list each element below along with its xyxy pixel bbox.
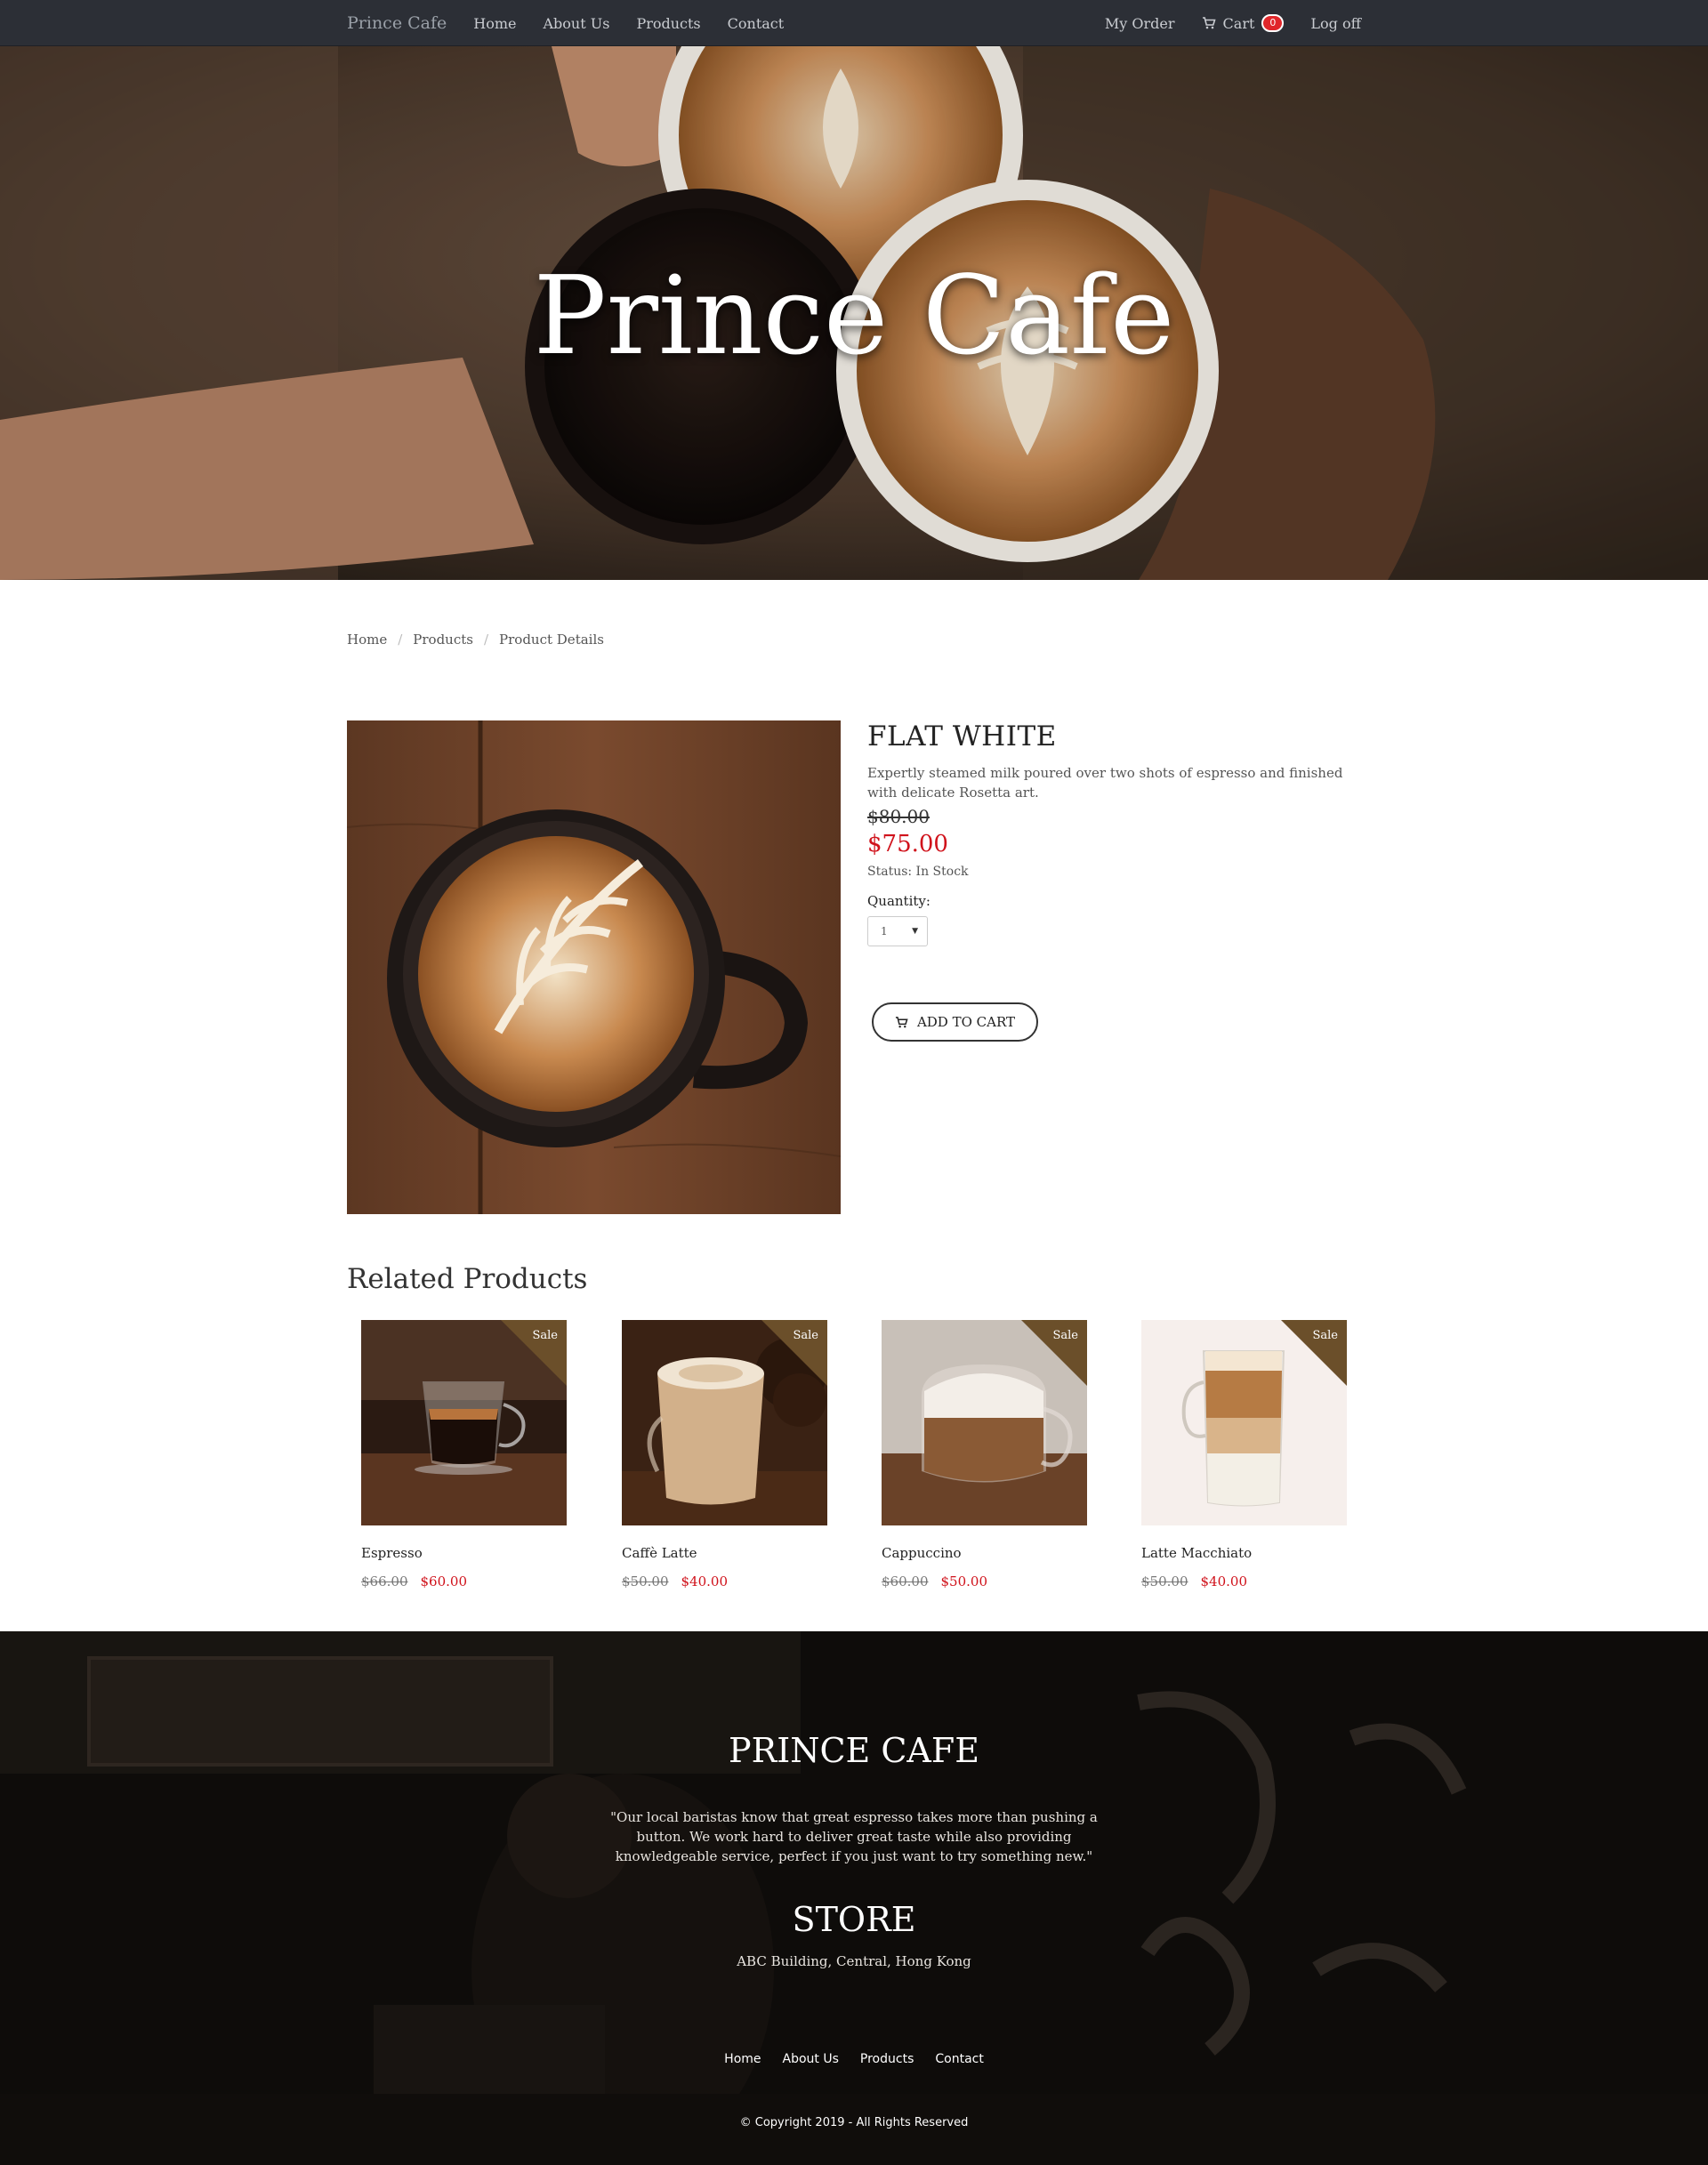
related-product-prices: $66.00 $60.00 (361, 1573, 567, 1590)
related-product-name[interactable]: Caffè Latte (622, 1545, 827, 1561)
related-product-old-price: $50.00 (1141, 1573, 1188, 1590)
footer: PRINCE CAFE "Our local baristas know tha… (0, 1631, 1708, 2165)
hero-title: Prince Cafe (533, 253, 1175, 379)
copyright-text: © Copyright 2019 - All Rights Reserved (739, 2116, 969, 2129)
product-image (347, 720, 841, 1214)
product-old-price: $80.00 (867, 806, 930, 827)
breadcrumb: Home / Products / Product Details (347, 632, 604, 648)
brand-link[interactable]: Prince Cafe (347, 13, 447, 33)
top-navbar: Prince Cafe Home About Us Products Conta… (0, 0, 1708, 46)
cart-icon (1202, 16, 1216, 30)
hero-banner: Prince Cafe (0, 46, 1708, 580)
store-title: STORE (792, 1900, 916, 1939)
product-description: Expertly steamed milk poured over two sh… (867, 765, 1343, 801)
product-name: FLAT WHITE (867, 720, 1057, 753)
sale-badge-label: Sale (1312, 1329, 1338, 1342)
related-product-name[interactable]: Cappuccino (882, 1545, 1087, 1561)
sale-badge-label: Sale (532, 1329, 558, 1342)
related-product-card[interactable]: Sale Latte Macchiato $50.00 $40.00 (1141, 1320, 1347, 1590)
related-product-new-price: $60.00 (420, 1573, 468, 1590)
navbar-inner: Prince Cafe Home About Us Products Conta… (347, 0, 1361, 46)
sale-badge-label: Sale (793, 1329, 818, 1342)
related-product-old-price: $60.00 (882, 1573, 929, 1590)
breadcrumb-separator: / (398, 632, 403, 648)
product-info-panel: FLAT WHITE Expertly steamed milk poured … (867, 720, 1348, 1042)
quantity-label: Quantity: (867, 893, 931, 909)
footer-title: PRINCE CAFE (729, 1731, 979, 1770)
product-new-price: $75.00 (867, 831, 948, 857)
related-product-old-price: $66.00 (361, 1573, 408, 1590)
footer-background-image (0, 1631, 1708, 2165)
related-product-prices: $50.00 $40.00 (1141, 1573, 1347, 1590)
related-product-new-price: $40.00 (1200, 1573, 1248, 1590)
my-order-link[interactable]: My Order (1105, 15, 1175, 32)
footer-quote: "Our local baristas know that great espr… (610, 1809, 1098, 1864)
footer-nav: Home About Us Products Contact (0, 2052, 1708, 2066)
caret-down-icon: ▼ (912, 927, 918, 936)
nav-contact-link[interactable]: Contact (728, 15, 785, 32)
related-product-prices: $50.00 $40.00 (622, 1573, 827, 1590)
footer-home-link[interactable]: Home (724, 2052, 761, 2066)
nav-products-link[interactable]: Products (636, 15, 700, 32)
related-product-image-cappuccino[interactable]: Sale (882, 1320, 1087, 1525)
related-product-name[interactable]: Latte Macchiato (1141, 1545, 1347, 1561)
breadcrumb-current: Product Details (499, 632, 604, 648)
product-status: Status: In Stock (867, 865, 969, 879)
related-product-image-espresso[interactable]: Sale (361, 1320, 567, 1525)
related-products-title: Related Products (347, 1263, 588, 1295)
nav-about-link[interactable]: About Us (543, 15, 609, 32)
related-product-card[interactable]: Sale Cappuccino $60.00 $50.00 (882, 1320, 1087, 1590)
sale-badge-label: Sale (1052, 1329, 1078, 1342)
store-address: ABC Building, Central, Hong Kong (737, 1953, 971, 1969)
nav-home-link[interactable]: Home (473, 15, 516, 32)
related-product-prices: $60.00 $50.00 (882, 1573, 1087, 1590)
footer-contact-link[interactable]: Contact (935, 2052, 983, 2066)
related-product-card[interactable]: Sale Caffè Latte $50.00 $40.00 (622, 1320, 827, 1590)
quantity-value: 1 (881, 925, 888, 938)
breadcrumb-separator: / (483, 632, 489, 648)
cart-count-badge: 0 (1261, 14, 1285, 32)
footer-products-link[interactable]: Products (860, 2052, 914, 2066)
cart-link[interactable]: Cart 0 (1202, 14, 1285, 32)
quantity-select[interactable]: 1 ▼ (867, 916, 928, 946)
cart-label: Cart (1222, 14, 1255, 32)
breadcrumb-home[interactable]: Home (347, 632, 387, 648)
logoff-link[interactable]: Log off (1310, 15, 1361, 32)
related-product-card[interactable]: Sale Espresso $66.00 $60.00 (361, 1320, 567, 1590)
breadcrumb-products[interactable]: Products (413, 632, 473, 648)
related-product-name[interactable]: Espresso (361, 1545, 567, 1561)
add-to-cart-label: ADD TO CART (916, 1014, 1016, 1030)
cart-icon (895, 1016, 908, 1029)
related-product-image-latte-macchiato[interactable]: Sale (1141, 1320, 1347, 1525)
nav-right-group: My Order Cart 0 Log off (1078, 14, 1361, 32)
related-product-new-price: $40.00 (681, 1573, 729, 1590)
related-product-image-caffe-latte[interactable]: Sale (622, 1320, 827, 1525)
related-product-new-price: $50.00 (940, 1573, 988, 1590)
add-to-cart-button[interactable]: ADD TO CART (872, 1002, 1038, 1042)
footer-about-link[interactable]: About Us (783, 2052, 839, 2066)
related-product-old-price: $50.00 (622, 1573, 669, 1590)
